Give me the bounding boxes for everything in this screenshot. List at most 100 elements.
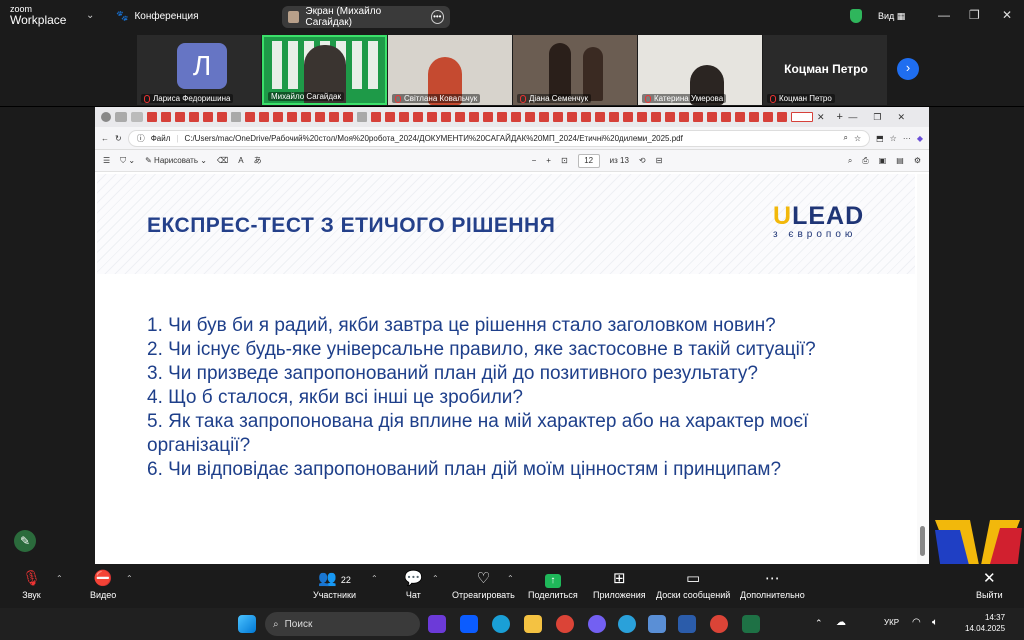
tab-pdf[interactable] xyxy=(147,112,157,122)
back-icon[interactable]: ← xyxy=(101,134,109,143)
tab-pdf[interactable] xyxy=(665,112,675,122)
tab-pdf[interactable] xyxy=(343,112,353,122)
tab-pdf[interactable] xyxy=(707,112,717,122)
tab-pdf[interactable] xyxy=(567,112,577,122)
chevron-up-icon[interactable]: ⌃ xyxy=(507,574,514,583)
tab-pdf[interactable] xyxy=(679,112,689,122)
annotate-icon[interactable]: ✎ xyxy=(14,530,36,552)
new-tab-icon[interactable]: + xyxy=(837,111,843,123)
weather-icon[interactable]: ☁ xyxy=(836,617,846,628)
tab-pdf[interactable] xyxy=(469,112,479,122)
tab-pdf[interactable] xyxy=(777,112,787,122)
zoom-app-icon[interactable] xyxy=(460,615,478,633)
tab-pdf[interactable] xyxy=(595,112,605,122)
chevron-up-icon[interactable]: ⌃ xyxy=(371,574,378,583)
chevron-up-icon[interactable]: ⌃ xyxy=(56,574,63,583)
print-icon[interactable]: ⎙ xyxy=(862,156,868,166)
shield-icon[interactable] xyxy=(850,9,862,23)
apps-button[interactable]: ⊞ Приложения xyxy=(593,570,646,600)
workspaces-icon[interactable] xyxy=(115,112,127,122)
save-icon[interactable]: ▣ xyxy=(879,156,887,165)
refresh-icon[interactable]: ↻ xyxy=(115,134,122,143)
participant-tile[interactable]: Коцман Петро Коцман Петро xyxy=(763,35,887,105)
excel-app-icon[interactable] xyxy=(742,615,760,633)
page-number-input[interactable]: 12 xyxy=(577,153,600,168)
copilot-icon[interactable]: ◆ xyxy=(917,134,923,143)
file-explorer-icon[interactable] xyxy=(524,615,542,633)
pdf-scrollbar[interactable] xyxy=(917,174,929,564)
text-icon[interactable]: A xyxy=(238,156,243,165)
tab-pdf[interactable] xyxy=(637,112,647,122)
chrome-app-icon[interactable] xyxy=(556,615,574,633)
tab-pdf[interactable] xyxy=(175,112,185,122)
share-screen-button[interactable]: ↑ Поделиться xyxy=(528,570,578,600)
tab-pdf[interactable] xyxy=(623,112,633,122)
tab-pdf[interactable] xyxy=(357,112,367,122)
tab-pdf[interactable] xyxy=(763,112,773,122)
windows-start-icon[interactable] xyxy=(238,615,256,633)
photos-app-icon[interactable] xyxy=(648,615,666,633)
participant-tile[interactable]: Катерина Умерова xyxy=(638,35,762,105)
tab-pdf[interactable] xyxy=(399,112,409,122)
tab-pdf[interactable] xyxy=(301,112,311,122)
input-language[interactable]: УКР xyxy=(884,618,899,627)
leave-button[interactable]: ✕ Выйти xyxy=(976,570,1003,600)
favorites-bar-icon[interactable]: ☆ xyxy=(890,134,897,143)
tab-pdf[interactable] xyxy=(217,112,227,122)
viber-app-icon[interactable] xyxy=(588,615,606,633)
tab-pdf[interactable] xyxy=(259,112,269,122)
tab-pdf[interactable] xyxy=(441,112,451,122)
tab-pdf[interactable] xyxy=(553,112,563,122)
tab-pdf[interactable] xyxy=(231,112,241,122)
edge-app-icon[interactable] xyxy=(492,615,510,633)
tab-pdf[interactable] xyxy=(749,112,759,122)
chevron-up-icon[interactable]: ⌃ xyxy=(815,618,823,629)
volume-icon[interactable]: 🔈︎ xyxy=(932,617,938,628)
taskbar-clock[interactable]: 14:37 14.04.2025 xyxy=(965,612,1005,634)
tab-pdf-active[interactable] xyxy=(791,112,813,122)
copilot-app-icon[interactable] xyxy=(428,615,446,633)
chevron-up-icon[interactable]: ⌃ xyxy=(126,574,133,583)
zoom-icon[interactable]: ⌕ xyxy=(843,133,847,143)
fit-page-icon[interactable]: ⊡ xyxy=(561,156,568,165)
chevron-down-icon[interactable]: ⌄ xyxy=(86,10,94,21)
tab-pdf[interactable] xyxy=(651,112,661,122)
tab-pdf[interactable] xyxy=(245,112,255,122)
participant-tile[interactable]: Л Лариса Федоришина xyxy=(137,35,261,105)
tab-pdf[interactable] xyxy=(371,112,381,122)
more-button[interactable]: ⋯ Дополнительно xyxy=(740,570,805,600)
favorite-icon[interactable]: ☆ xyxy=(854,134,861,143)
contents-icon[interactable]: ☰ xyxy=(103,156,110,165)
restore-icon[interactable]: ❐ xyxy=(969,8,980,22)
profile-icon[interactable] xyxy=(101,112,111,122)
chrome-profile-icon[interactable] xyxy=(710,615,728,633)
address-bar[interactable]: ⓘ Файл | C:/Users/mac/OneDrive/Рабочий%2… xyxy=(127,129,871,147)
zoom-out-icon[interactable]: − xyxy=(532,156,537,165)
audio-button[interactable]: 🎙︎ Звук xyxy=(22,570,41,600)
view-button[interactable]: Вид ▦ xyxy=(878,11,905,22)
participant-tile[interactable]: Світлана Ковальчук xyxy=(388,35,512,105)
tab-pdf[interactable] xyxy=(483,112,493,122)
tab-pdf[interactable] xyxy=(511,112,521,122)
react-button[interactable]: ♡ Отреагировать xyxy=(452,570,515,600)
screen-share-indicator[interactable]: Экран (Михайло Сагайдак) ••• xyxy=(282,6,450,28)
taskbar-search[interactable]: ⌕ Поиск xyxy=(265,612,420,636)
page-view-icon[interactable]: ⊟ xyxy=(656,156,663,165)
tab-pdf[interactable] xyxy=(161,112,171,122)
settings-icon[interactable]: ⚙ xyxy=(914,156,921,165)
more-icon[interactable]: ••• xyxy=(430,10,444,24)
tab-pdf[interactable] xyxy=(455,112,465,122)
tab-actions-icon[interactable] xyxy=(131,112,143,122)
scrollbar-thumb[interactable] xyxy=(920,526,925,556)
minimize-icon[interactable]: — xyxy=(938,8,950,22)
chevron-up-icon[interactable]: ⌃ xyxy=(432,574,439,583)
close-tab-icon[interactable]: ✕ xyxy=(817,112,825,123)
tab-pdf[interactable] xyxy=(525,112,535,122)
browser-window-controls[interactable]: —❐✕ xyxy=(848,112,929,123)
participants-button[interactable]: 👥 22 Участники xyxy=(313,570,356,600)
video-button[interactable]: ⛔ Видео xyxy=(90,570,116,600)
read-aloud-icon[interactable]: あ xyxy=(254,155,262,166)
tab-pdf[interactable] xyxy=(539,112,549,122)
tab-pdf[interactable] xyxy=(427,112,437,122)
rotate-icon[interactable]: ⟲ xyxy=(639,156,646,165)
